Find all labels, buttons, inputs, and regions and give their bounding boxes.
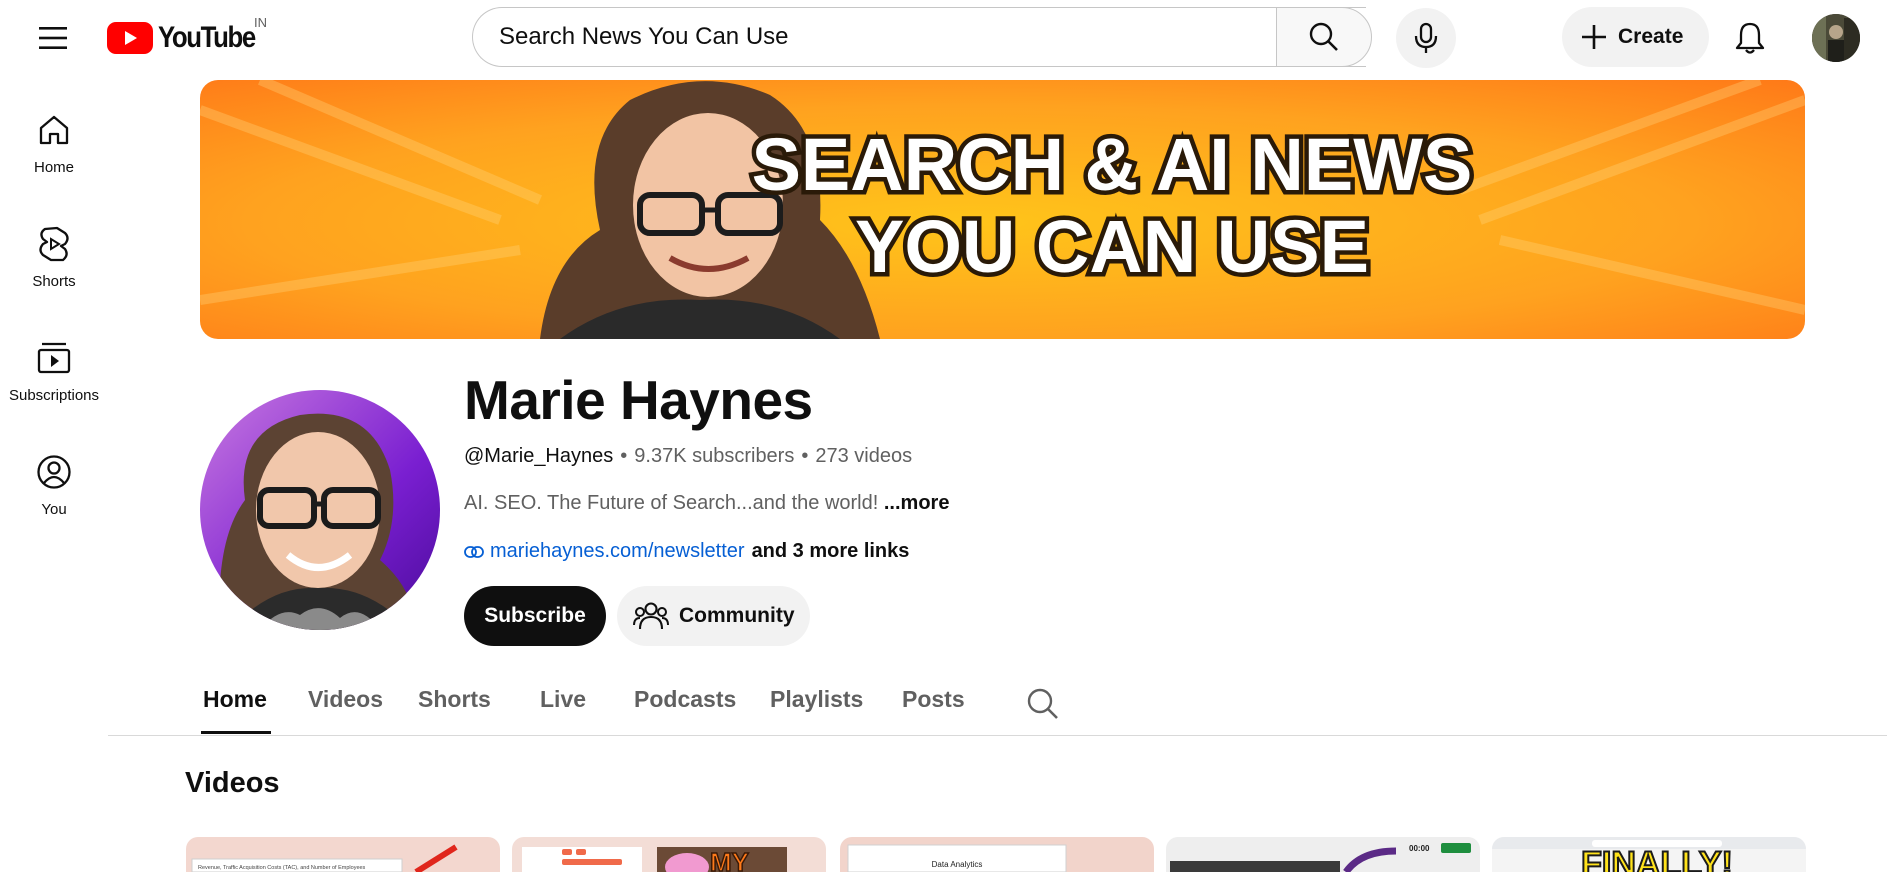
top-bar: YouTube IN Create (0, 0, 1887, 76)
subscriber-count: 9.37K subscribers (634, 445, 795, 467)
subscriptions-icon (37, 342, 71, 374)
search-icon (1027, 688, 1058, 719)
home-icon (39, 115, 69, 145)
search-icon (1309, 22, 1338, 51)
meta-separator: • (801, 445, 809, 467)
shorts-icon (39, 226, 69, 262)
channel-search-button[interactable] (1023, 684, 1063, 724)
subscribe-button[interactable]: Subscribe (464, 586, 606, 646)
link-icon (464, 545, 484, 558)
channel-name: Marie Haynes (464, 369, 813, 431)
notifications-button[interactable] (1726, 14, 1774, 62)
description-more-link[interactable]: ...more (884, 492, 950, 514)
channel-banner-image: SEARCH & AI NEWS YOU CAN USE (200, 80, 1805, 339)
thumbnail-caption: Data Analytics (932, 860, 983, 869)
channel-links: mariehaynes.com/newsletter and 3 more li… (464, 540, 909, 563)
account-avatar[interactable] (1812, 14, 1860, 62)
sidebar-item-label: You (41, 501, 67, 518)
search-box (472, 7, 1366, 67)
video-count: 273 videos (815, 445, 913, 467)
youtube-logo[interactable]: YouTube (107, 20, 271, 56)
sidebar-item-label: Subscriptions (8, 387, 100, 404)
thumbnail-caption: 00:00 (1409, 844, 1430, 853)
video-thumbnail[interactable]: Revenue, Traffic Acquisition Costs (TAC)… (186, 837, 500, 872)
channel-avatar-image (200, 390, 440, 630)
sidebar-item-label: Shorts (32, 273, 76, 290)
tab-playlists[interactable]: Playlists (770, 686, 863, 713)
active-tab-indicator (201, 731, 271, 734)
youtube-logo-text: YouTube (158, 21, 256, 54)
thumbnail-caption: FINALLY! (1581, 845, 1733, 872)
user-circle-icon (37, 455, 71, 489)
banner-text-line1: SEARCH & AI NEWS (752, 123, 1473, 206)
video-thumbnail-image: FINALLY! (1492, 837, 1806, 872)
community-icon (633, 602, 669, 630)
search-input[interactable] (497, 22, 1241, 52)
videos-section-title: Videos (185, 767, 280, 799)
channel-banner: SEARCH & AI NEWS YOU CAN USE (200, 80, 1805, 339)
newsletter-link[interactable]: mariehaynes.com/newsletter (490, 540, 745, 563)
microphone-icon (1414, 22, 1438, 53)
tab-videos[interactable]: Videos (308, 686, 383, 713)
region-code: IN (254, 15, 267, 30)
sidebar-item-shorts[interactable]: Shorts (0, 209, 108, 309)
sidebar-item-home[interactable]: Home (0, 95, 108, 195)
video-thumbnail[interactable]: 00:00 (1166, 837, 1480, 872)
channel-tabs: Home Videos Shorts Live Podcasts Playlis… (108, 670, 1887, 736)
meta-separator: • (620, 445, 628, 467)
tab-live[interactable]: Live (540, 686, 586, 713)
description-text: AI. SEO. The Future of Search...and the … (464, 492, 879, 514)
video-thumbnail[interactable]: FINALLY! (1492, 837, 1806, 872)
sidebar-item-label: Home (33, 159, 74, 176)
channel-handle: @Marie_Haynes (464, 445, 614, 467)
tab-podcasts[interactable]: Podcasts (634, 686, 736, 713)
video-thumbnail-image: Data Analytics (840, 837, 1154, 872)
create-label: Create (1618, 25, 1684, 48)
banner-text-line2: YOU CAN USE (855, 205, 1369, 288)
sidebar-item-subscriptions[interactable]: Subscriptions (0, 323, 108, 423)
thumbnail-caption: Revenue, Traffic Acquisition Costs (TAC)… (198, 865, 366, 871)
channel-meta: @Marie_Haynes • 9.37K subscribers • 273 vide… (464, 445, 912, 468)
create-button[interactable]: Create (1562, 7, 1709, 67)
youtube-play-icon (107, 22, 153, 54)
video-thumbnail[interactable]: Data Analytics (840, 837, 1154, 872)
video-thumbnail-image: MY (512, 837, 826, 872)
menu-button[interactable] (30, 18, 76, 58)
video-thumbnail-image: Revenue, Traffic Acquisition Costs (TAC)… (186, 837, 500, 872)
community-button[interactable]: Community (617, 586, 810, 646)
bell-icon (1735, 22, 1765, 54)
tab-posts[interactable]: Posts (902, 686, 965, 713)
more-links-button[interactable]: and 3 more links (752, 540, 910, 563)
search-button[interactable] (1276, 7, 1372, 67)
plus-icon (1582, 25, 1606, 49)
thumbnail-caption: MY (710, 847, 749, 872)
account-avatar-image (1812, 14, 1860, 62)
video-thumbnail-image: 00:00 (1166, 837, 1480, 872)
tab-shorts[interactable]: Shorts (418, 686, 491, 713)
video-thumbnail[interactable]: MY (512, 837, 826, 872)
channel-avatar[interactable] (200, 390, 440, 630)
voice-search-button[interactable] (1396, 8, 1456, 68)
community-label: Community (679, 604, 795, 627)
sidebar-item-you[interactable]: You (0, 437, 108, 537)
tab-home[interactable]: Home (203, 686, 267, 713)
hamburger-menu-icon (39, 27, 67, 49)
channel-description[interactable]: AI. SEO. The Future of Search...and the … (464, 492, 949, 515)
